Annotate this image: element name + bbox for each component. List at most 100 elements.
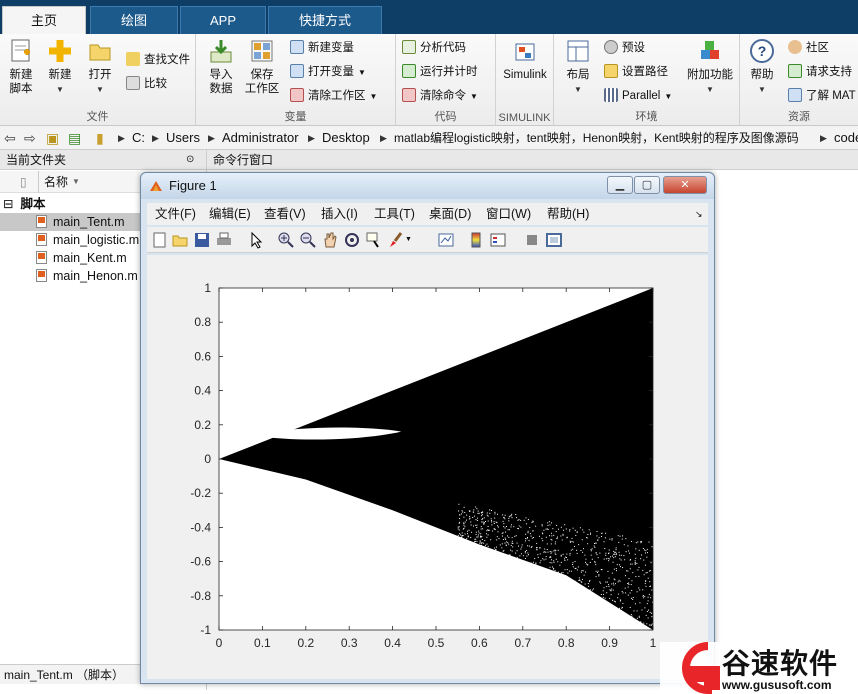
menu-help[interactable]: 帮助(H) <box>547 203 589 225</box>
scatter-point <box>526 536 528 538</box>
file-item-main-kent[interactable]: main_Kent.m <box>0 249 140 267</box>
set-path-button[interactable]: 设置路径 <box>604 62 668 82</box>
breadcrumb-administrator[interactable]: Administrator <box>222 126 299 149</box>
breadcrumb-users[interactable]: Users <box>166 126 200 149</box>
breadcrumb-desktop[interactable]: Desktop <box>322 126 370 149</box>
back-arrow-icon[interactable]: ⇦ <box>4 126 16 149</box>
maximize-button[interactable]: ▢ <box>634 176 660 194</box>
insert-colorbar-icon[interactable] <box>467 231 485 249</box>
scatter-point <box>545 551 547 553</box>
menu-view[interactable]: 查看(V) <box>264 203 306 225</box>
hide-plot-tools-icon[interactable] <box>523 231 541 249</box>
scatter-point <box>481 514 483 516</box>
data-cursor-icon[interactable] <box>365 231 383 249</box>
import-data-button[interactable]: 导入 数据 <box>204 38 238 96</box>
save-icon[interactable] <box>193 231 211 249</box>
analyze-code-button[interactable]: 分析代码 <box>402 38 466 58</box>
scatter-point <box>485 544 487 546</box>
learn-matlab-button[interactable]: 了解 MAT <box>788 86 856 106</box>
menu-insert[interactable]: 插入(I) <box>321 203 358 225</box>
clear-commands-button[interactable]: 清除命令 ▼ <box>402 86 478 106</box>
pan-icon[interactable] <box>321 231 339 249</box>
panel-menu-icon[interactable]: ⊙ <box>186 150 194 170</box>
compare-button[interactable]: 比较 <box>126 74 167 94</box>
scatter-point <box>536 542 538 544</box>
menu-tools[interactable]: 工具(T) <box>374 203 415 225</box>
open-variable-button[interactable]: 打开变量 ▼ <box>290 62 366 82</box>
figure-title-bar[interactable]: Figure 1 ▁ ▢ ✕ <box>141 173 714 199</box>
menu-file[interactable]: 文件(F) <box>155 203 196 225</box>
forward-arrow-icon[interactable]: ⇨ <box>24 126 36 149</box>
collapse-icon[interactable]: ⊟ <box>3 195 13 213</box>
scatter-point <box>547 522 549 524</box>
scatter-point <box>533 561 535 563</box>
tab-home[interactable]: 主页 <box>2 6 86 34</box>
scatter-point <box>589 579 591 581</box>
clear-workspace-button[interactable]: 清除工作区 ▼ <box>290 86 377 106</box>
figure-canvas[interactable]: 0 0.1 0.2 0.3 0.4 0.5 0.6 0.7 0.8 0.9 1 -1 -0.8 -0.6 -… <box>147 255 708 679</box>
scatter-point <box>609 597 611 599</box>
preferences-button[interactable]: 预设 <box>604 38 645 58</box>
tab-shortcuts[interactable]: 快捷方式 <box>268 6 382 34</box>
chevron-down-icon[interactable]: ▼ <box>405 231 423 249</box>
up-folder-icon[interactable]: ▣ <box>46 126 59 149</box>
run-and-time-button[interactable]: 运行并计时 <box>402 62 478 82</box>
scatter-point <box>628 577 630 579</box>
zoom-in-icon[interactable] <box>277 231 295 249</box>
figure-window[interactable]: Figure 1 ▁ ▢ ✕ 文件(F) 编辑(E) 查看(V) 插入(I) 工… <box>140 172 715 684</box>
parallel-button[interactable]: Parallel ▼ <box>604 86 672 106</box>
new-variable-button[interactable]: 新建变量 <box>290 38 354 58</box>
pointer-icon[interactable] <box>247 231 265 249</box>
addons-button[interactable]: 附加功能 ▼ <box>682 38 738 97</box>
link-plot-icon[interactable] <box>437 231 455 249</box>
file-item-main-logistic[interactable]: main_logistic.m <box>0 231 140 249</box>
open-file-icon[interactable] <box>171 231 189 249</box>
scatter-point <box>576 569 578 571</box>
browse-folder-icon[interactable]: ▤ <box>68 126 81 149</box>
menu-desktop[interactable]: 桌面(D) <box>429 203 471 225</box>
layout-button[interactable]: 布局 ▼ <box>560 38 596 97</box>
show-plot-tools-icon[interactable] <box>545 231 563 249</box>
breadcrumb-code[interactable]: code <box>834 126 858 149</box>
community-button[interactable]: 社区 <box>788 38 829 58</box>
menu-window[interactable]: 窗口(W) <box>486 203 531 225</box>
zoom-out-icon[interactable] <box>299 231 317 249</box>
tab-plots[interactable]: 绘图 <box>90 6 178 34</box>
scatter-point <box>646 623 648 625</box>
help-button[interactable]: ? 帮助 ▼ <box>744 38 780 97</box>
scatter-point <box>517 527 519 529</box>
breadcrumb-separator-icon: ▶ <box>208 133 215 143</box>
print-icon[interactable] <box>215 231 233 249</box>
file-item-main-tent[interactable]: main_Tent.m <box>0 213 140 231</box>
new-button[interactable]: 新建 ▼ <box>42 38 78 97</box>
sort-arrow-icon[interactable]: ▼ <box>72 171 80 193</box>
open-button[interactable]: 打开 ▼ <box>82 38 118 97</box>
file-item-main-henon[interactable]: main_Henon.m <box>0 267 140 285</box>
close-button[interactable]: ✕ <box>663 176 707 194</box>
name-column-header[interactable]: 名称 <box>44 171 68 193</box>
request-support-button[interactable]: 请求支持 <box>788 62 852 82</box>
simulink-button[interactable]: Simulink <box>498 38 552 82</box>
scatter-point <box>490 562 492 564</box>
minimize-button[interactable]: ▁ <box>607 176 633 194</box>
new-figure-icon[interactable] <box>151 231 169 249</box>
find-files-button[interactable]: 查找文件 <box>126 50 190 70</box>
dock-arrow-icon[interactable]: ↘ <box>695 203 703 225</box>
scatter-point <box>483 549 485 551</box>
scatter-point <box>561 539 563 541</box>
scatter-point <box>482 511 484 513</box>
scatter-point <box>562 553 564 555</box>
menu-edit[interactable]: 编辑(E) <box>209 203 251 225</box>
brush-icon[interactable] <box>387 231 405 249</box>
analyze-code-icon <box>402 40 416 54</box>
insert-legend-icon[interactable] <box>489 231 507 249</box>
new-script-button[interactable]: 新建 脚本 <box>4 38 38 96</box>
file-group-header[interactable]: ⊟ 脚本 <box>0 195 140 213</box>
tab-apps[interactable]: APP <box>180 6 266 34</box>
m-file-icon <box>36 269 47 282</box>
breadcrumb-project-folder[interactable]: matlab编程logistic映射，tent映射，Henon映射，Kent映射… <box>394 126 799 149</box>
save-workspace-button[interactable]: 保存 工作区 <box>242 38 282 96</box>
chart-plot-area[interactable]: 0 0.1 0.2 0.3 0.4 0.5 0.6 0.7 0.8 0.9 1 -1 -0.8 -0.6 -… <box>147 255 708 679</box>
breadcrumb-drive[interactable]: C: <box>132 126 145 149</box>
rotate-3d-icon[interactable] <box>343 231 361 249</box>
